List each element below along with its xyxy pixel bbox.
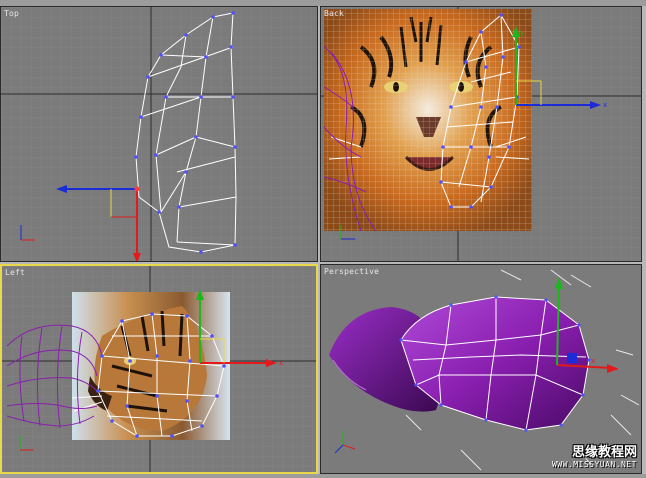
- bottom-status-strip: [0, 474, 646, 478]
- persp-axis-x-label: x: [591, 357, 595, 365]
- viewport-left[interactable]: x Left: [0, 264, 318, 474]
- back-axis-x-label: x: [603, 101, 607, 109]
- left-axis-x-label: x: [279, 359, 283, 367]
- viewport-left-canvas: x: [2, 266, 316, 472]
- tiger-reference-image-back: [324, 9, 532, 231]
- viewport-perspective[interactable]: x Perspective 思缘教程网 WWW.MISSYUAN.NET: [320, 264, 642, 474]
- viewport-top-canvas: [1, 7, 317, 261]
- viewport-left-label[interactable]: Left: [5, 268, 25, 277]
- watermark: 思缘教程网 WWW.MISSYUAN.NET: [552, 441, 637, 469]
- viewport-back-canvas: x y: [321, 7, 641, 261]
- back-axis-y-label: y: [520, 29, 524, 37]
- viewport-perspective-label[interactable]: Perspective: [324, 267, 379, 276]
- viewport-top-label[interactable]: Top: [4, 9, 19, 18]
- watermark-site-name: 思缘教程网: [571, 445, 637, 460]
- viewport-top[interactable]: Top: [0, 6, 318, 262]
- viewport-back[interactable]: x y Back: [320, 6, 642, 262]
- viewport-back-label[interactable]: Back: [324, 9, 344, 18]
- watermark-url: WWW.MISSYUAN.NET: [551, 460, 637, 469]
